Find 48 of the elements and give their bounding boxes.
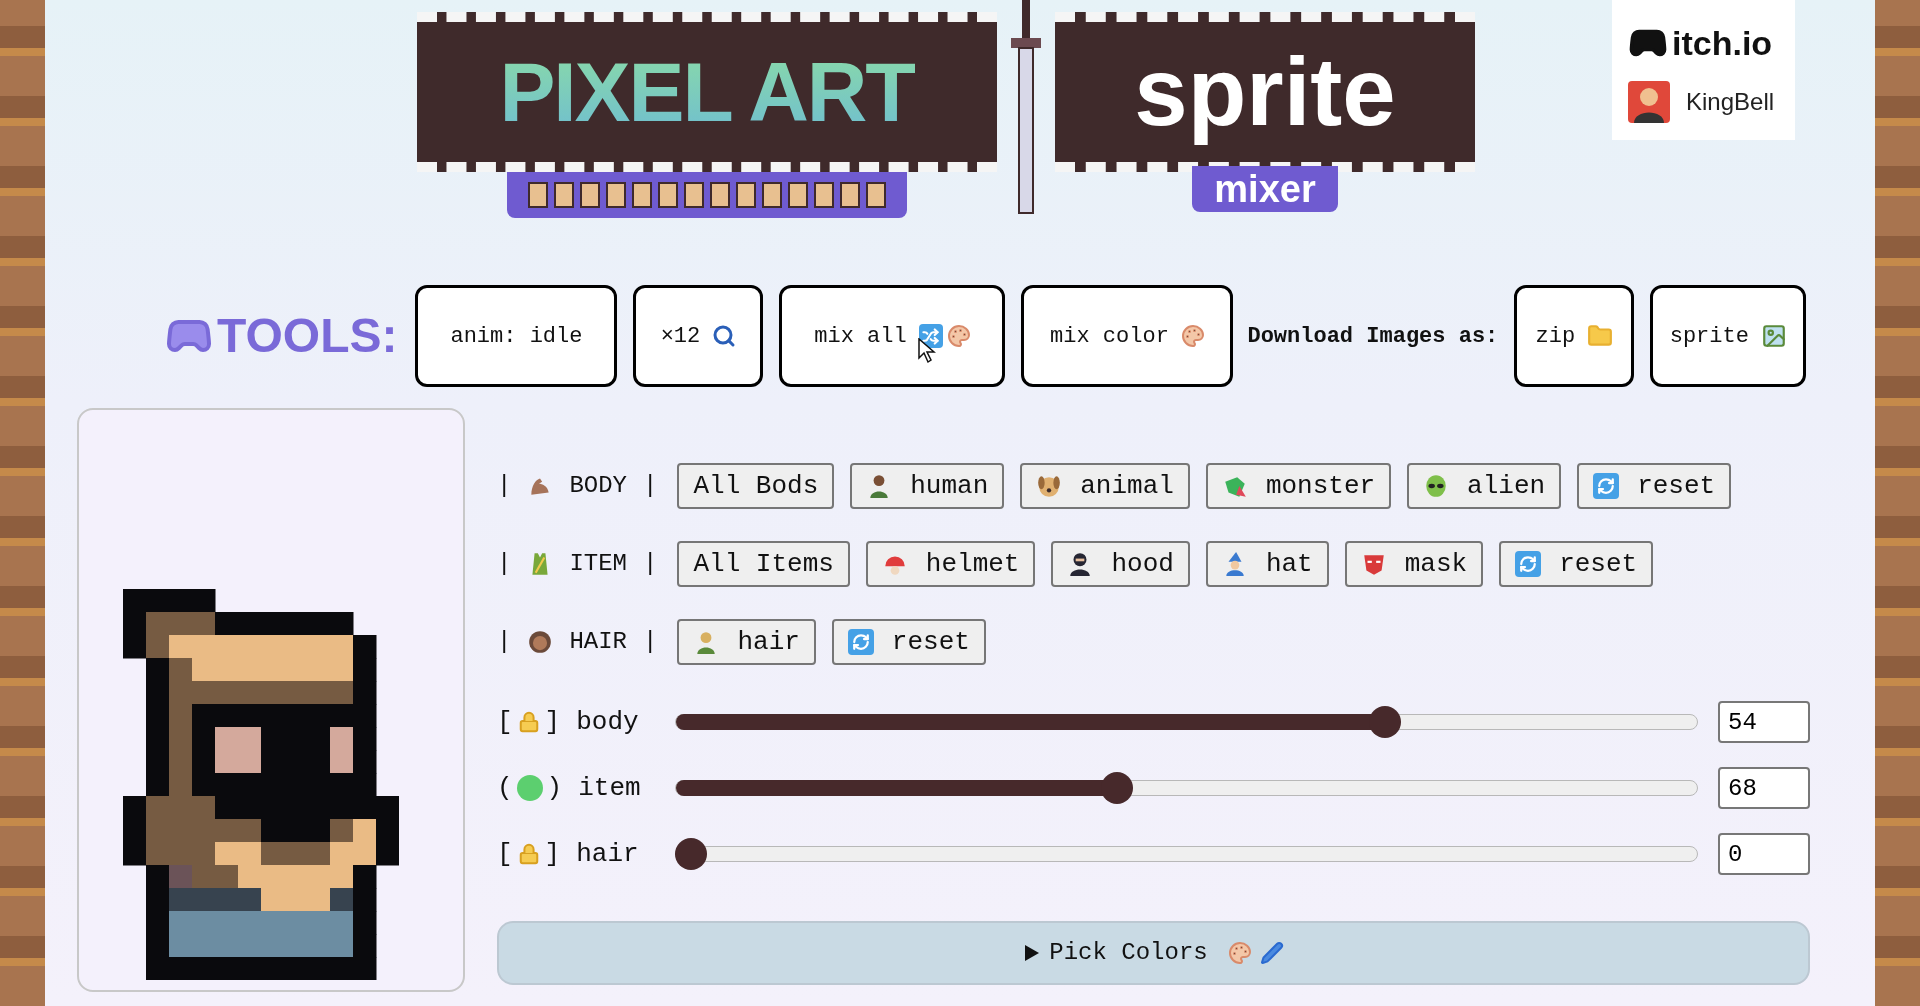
logo-subtitle: sprite <box>1134 37 1396 148</box>
separator: | <box>497 471 512 501</box>
bracket: [ <box>497 705 513 739</box>
option-button[interactable]: animal <box>1020 463 1190 509</box>
group-label: HAIR <box>569 627 627 657</box>
option-button[interactable]: helmet <box>865 541 1036 587</box>
separator: | <box>497 627 512 657</box>
tool-button[interactable]: mix all <box>779 285 1006 387</box>
option-button[interactable]: hat <box>1205 541 1329 587</box>
download-button[interactable]: sprite <box>1650 285 1807 387</box>
option-button[interactable]: alien <box>1407 463 1562 509</box>
option-button[interactable]: reset <box>831 619 986 665</box>
option-button[interactable]: hair <box>677 619 816 665</box>
option-button[interactable]: monster <box>1205 463 1392 509</box>
number-field[interactable]: 54 <box>1718 701 1810 743</box>
group-label: BODY <box>569 471 627 501</box>
option-button[interactable]: All Items <box>677 541 850 587</box>
separator: | <box>643 627 658 657</box>
number-field[interactable]: 68 <box>1718 767 1810 809</box>
option-button[interactable]: mask <box>1344 541 1484 587</box>
bracket: [ <box>497 837 513 871</box>
download-label: Download Images as: <box>1247 322 1499 351</box>
download-button[interactable]: zip <box>1514 285 1635 387</box>
site-name[interactable]: itch.io <box>1672 17 1773 69</box>
group-label: ITEM <box>569 549 627 579</box>
bracket: ] <box>544 837 561 871</box>
logo-tag: mixer <box>1192 166 1338 212</box>
pick-colors-bar[interactable]: Pick Colors <box>497 921 1810 985</box>
tools-heading: TOOLS: <box>217 308 398 364</box>
tool-button[interactable]: mix color <box>1021 285 1234 387</box>
slider-label: hair <box>576 837 639 871</box>
option-button[interactable]: reset <box>1499 541 1654 587</box>
separator: | <box>643 471 658 501</box>
option-button[interactable]: human <box>850 463 1005 509</box>
number-field[interactable]: 0 <box>1718 833 1810 875</box>
bracket: ( <box>497 771 513 805</box>
tool-button[interactable]: anim: idle <box>415 285 618 387</box>
bracket: ) <box>546 771 563 805</box>
bracket: ] <box>544 705 561 739</box>
separator: | <box>497 549 512 579</box>
option-button[interactable]: reset <box>1577 463 1732 509</box>
option-button[interactable]: All Bods <box>677 463 835 509</box>
author-name[interactable]: KingBell <box>1686 83 1775 120</box>
option-button[interactable]: hood <box>1051 541 1190 587</box>
tool-button[interactable]: ×12 <box>633 285 764 387</box>
slider-label: body <box>576 705 639 739</box>
separator: | <box>643 549 658 579</box>
slider-label: item <box>578 771 641 805</box>
